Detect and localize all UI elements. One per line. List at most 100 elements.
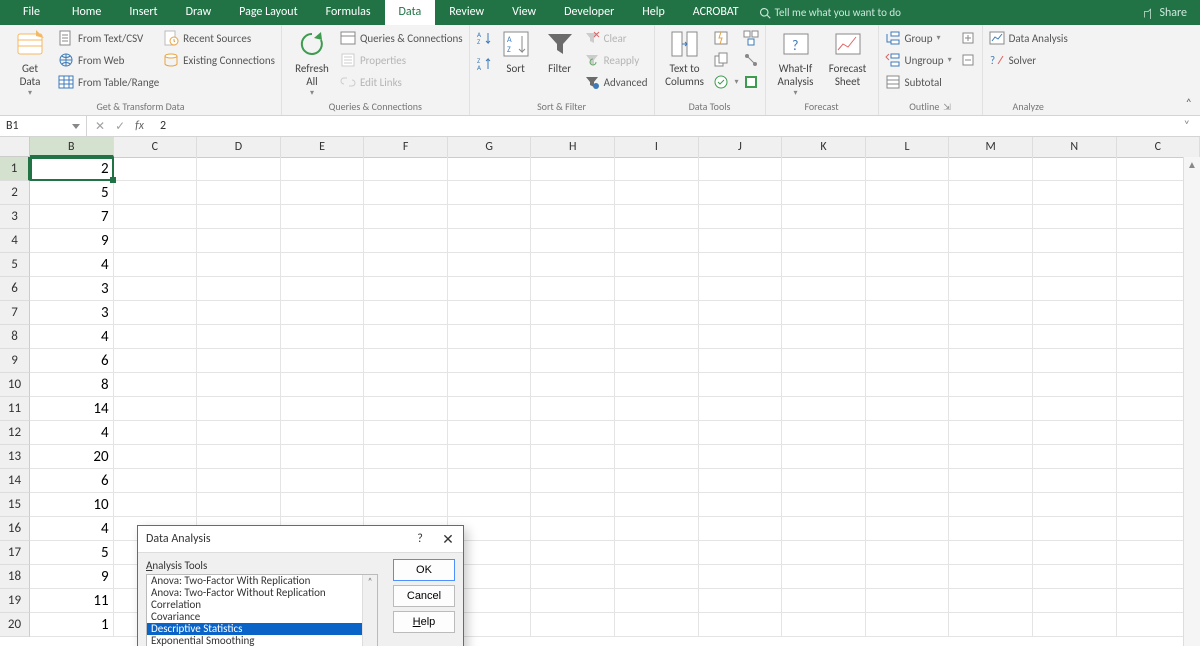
- cell[interactable]: [364, 349, 448, 373]
- cell[interactable]: [1033, 229, 1117, 253]
- cell[interactable]: [281, 349, 365, 373]
- cell[interactable]: [782, 349, 866, 373]
- cell[interactable]: [949, 517, 1033, 541]
- cell[interactable]: [615, 613, 699, 637]
- cell[interactable]: 10: [30, 493, 114, 517]
- cell[interactable]: [281, 445, 365, 469]
- cell[interactable]: [197, 421, 281, 445]
- cell[interactable]: [949, 397, 1033, 421]
- tab-formulas[interactable]: Formulas: [312, 0, 385, 25]
- help-button[interactable]: Help: [393, 611, 455, 633]
- cell[interactable]: [364, 445, 448, 469]
- cell[interactable]: [949, 445, 1033, 469]
- cell[interactable]: [364, 325, 448, 349]
- sort-button[interactable]: AZ Sort: [496, 28, 536, 94]
- cell[interactable]: [1033, 181, 1117, 205]
- cell[interactable]: [114, 349, 198, 373]
- expand-formula-bar-button[interactable]: ˅: [1184, 119, 1200, 133]
- cell[interactable]: [531, 469, 615, 493]
- formula-input[interactable]: 2: [152, 119, 166, 133]
- cell[interactable]: [866, 349, 950, 373]
- cell[interactable]: [615, 517, 699, 541]
- column-header-E[interactable]: E: [281, 137, 365, 157]
- cell[interactable]: [531, 445, 615, 469]
- tab-review[interactable]: Review: [435, 0, 498, 25]
- cell[interactable]: [615, 541, 699, 565]
- get-data-button[interactable]: Get Data ▾: [6, 28, 54, 94]
- row-header-10[interactable]: 10: [0, 373, 30, 397]
- cell[interactable]: [448, 349, 532, 373]
- recent-sources-button[interactable]: Recent Sources: [163, 28, 275, 48]
- cell[interactable]: [1033, 325, 1117, 349]
- relationships-button[interactable]: [743, 50, 759, 70]
- cell[interactable]: [699, 205, 783, 229]
- from-web-button[interactable]: From Web: [58, 50, 159, 70]
- cell[interactable]: [197, 493, 281, 517]
- column-header-I[interactable]: I: [615, 137, 699, 157]
- cell[interactable]: [197, 373, 281, 397]
- cell[interactable]: [1033, 469, 1117, 493]
- cell[interactable]: [197, 157, 281, 181]
- vertical-scrollbar[interactable]: ▲: [1183, 157, 1200, 646]
- subtotal-button[interactable]: Subtotal: [885, 72, 952, 92]
- cell[interactable]: [699, 253, 783, 277]
- cell[interactable]: [866, 277, 950, 301]
- cell[interactable]: [281, 157, 365, 181]
- column-header-M[interactable]: M: [949, 137, 1033, 157]
- cell[interactable]: [782, 253, 866, 277]
- tab-help[interactable]: Help: [628, 0, 679, 25]
- scroll-up-icon[interactable]: ˄: [363, 575, 377, 589]
- cell[interactable]: [531, 181, 615, 205]
- cell[interactable]: [531, 565, 615, 589]
- cell[interactable]: [281, 493, 365, 517]
- cell[interactable]: [531, 493, 615, 517]
- cell[interactable]: [782, 589, 866, 613]
- collapse-ribbon-button[interactable]: ˄: [1186, 97, 1192, 111]
- tab-developer[interactable]: Developer: [550, 0, 628, 25]
- group-rows-button[interactable]: Group ▾: [885, 28, 952, 48]
- cell[interactable]: [1033, 157, 1117, 181]
- cell[interactable]: [531, 397, 615, 421]
- cell[interactable]: [448, 253, 532, 277]
- cell[interactable]: [699, 397, 783, 421]
- cell[interactable]: [699, 517, 783, 541]
- cell[interactable]: [1033, 205, 1117, 229]
- cell[interactable]: [782, 565, 866, 589]
- cell[interactable]: 3: [30, 277, 114, 301]
- cell[interactable]: [531, 205, 615, 229]
- cell[interactable]: [448, 205, 532, 229]
- row-header-18[interactable]: 18: [0, 565, 30, 589]
- cell[interactable]: [531, 421, 615, 445]
- cell[interactable]: [1033, 253, 1117, 277]
- clear-filter-button[interactable]: Clear: [584, 28, 648, 48]
- cell[interactable]: [281, 469, 365, 493]
- cell[interactable]: [782, 181, 866, 205]
- cell[interactable]: [531, 325, 615, 349]
- cell[interactable]: [866, 205, 950, 229]
- cell[interactable]: [949, 181, 1033, 205]
- cell[interactable]: [531, 589, 615, 613]
- cell[interactable]: [782, 469, 866, 493]
- cell[interactable]: [197, 349, 281, 373]
- cell[interactable]: [197, 301, 281, 325]
- cell[interactable]: [364, 397, 448, 421]
- column-header-C[interactable]: C: [1117, 137, 1200, 157]
- cell[interactable]: [615, 397, 699, 421]
- cell[interactable]: 14: [30, 397, 114, 421]
- cell[interactable]: [114, 421, 198, 445]
- text-to-columns-button[interactable]: Text to Columns: [661, 28, 709, 94]
- column-header-N[interactable]: N: [1033, 137, 1117, 157]
- column-header-J[interactable]: J: [699, 137, 783, 157]
- sort-desc-button[interactable]: ZA: [476, 54, 492, 74]
- cell[interactable]: 9: [30, 565, 114, 589]
- tab-acrobat[interactable]: ACROBAT: [679, 0, 753, 25]
- cell[interactable]: [114, 181, 198, 205]
- row-header-19[interactable]: 19: [0, 589, 30, 613]
- cell[interactable]: [949, 349, 1033, 373]
- cell[interactable]: [281, 253, 365, 277]
- row-header-13[interactable]: 13: [0, 445, 30, 469]
- cell[interactable]: [866, 253, 950, 277]
- filter-button[interactable]: Filter: [540, 28, 580, 94]
- cell[interactable]: [114, 373, 198, 397]
- cell[interactable]: [782, 205, 866, 229]
